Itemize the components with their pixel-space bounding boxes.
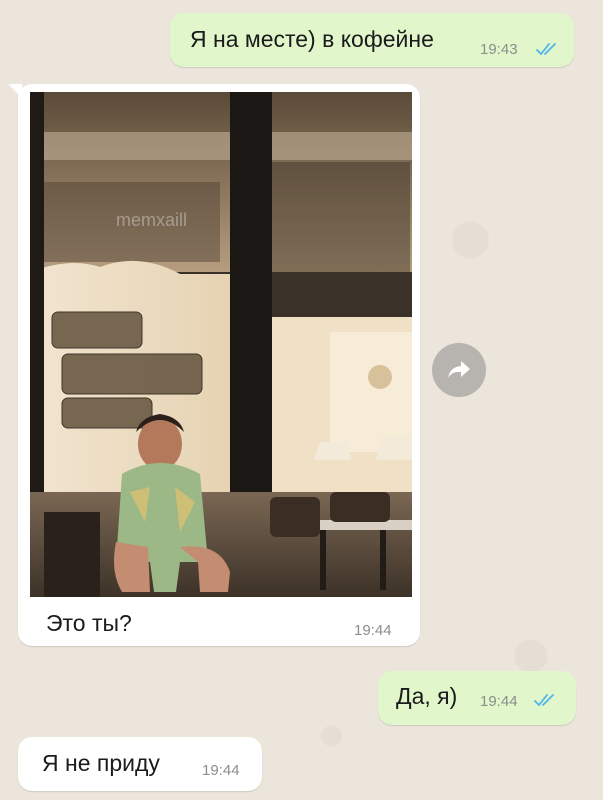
image-caption: Это ты? <box>46 610 132 636</box>
message-time: 19:43 <box>480 41 518 58</box>
cafe-photo-illustration: memxaill <box>30 92 412 597</box>
photo-watermark: memxaill <box>116 210 187 230</box>
message-text: Да, я) <box>396 683 458 709</box>
message-text: Я не приду <box>42 750 160 776</box>
double-check-icon <box>536 43 556 56</box>
shared-photo[interactable]: memxaill <box>30 92 412 597</box>
message-time: 19:44 <box>480 693 518 710</box>
message-time: 19:44 <box>354 622 392 639</box>
incoming-message-bubble[interactable]: Я не приду 19:44 <box>18 737 262 791</box>
message-time: 19:44 <box>202 762 240 779</box>
double-check-icon <box>534 694 554 707</box>
forward-button[interactable] <box>432 343 486 397</box>
outgoing-message-bubble[interactable]: Я на месте) в кофейне 19:43 <box>170 13 574 67</box>
outgoing-message-bubble[interactable]: Да, я) 19:44 <box>378 671 576 725</box>
forward-icon <box>448 361 470 378</box>
bubble-tail <box>8 84 22 98</box>
message-text: Я на месте) в кофейне <box>190 26 434 52</box>
